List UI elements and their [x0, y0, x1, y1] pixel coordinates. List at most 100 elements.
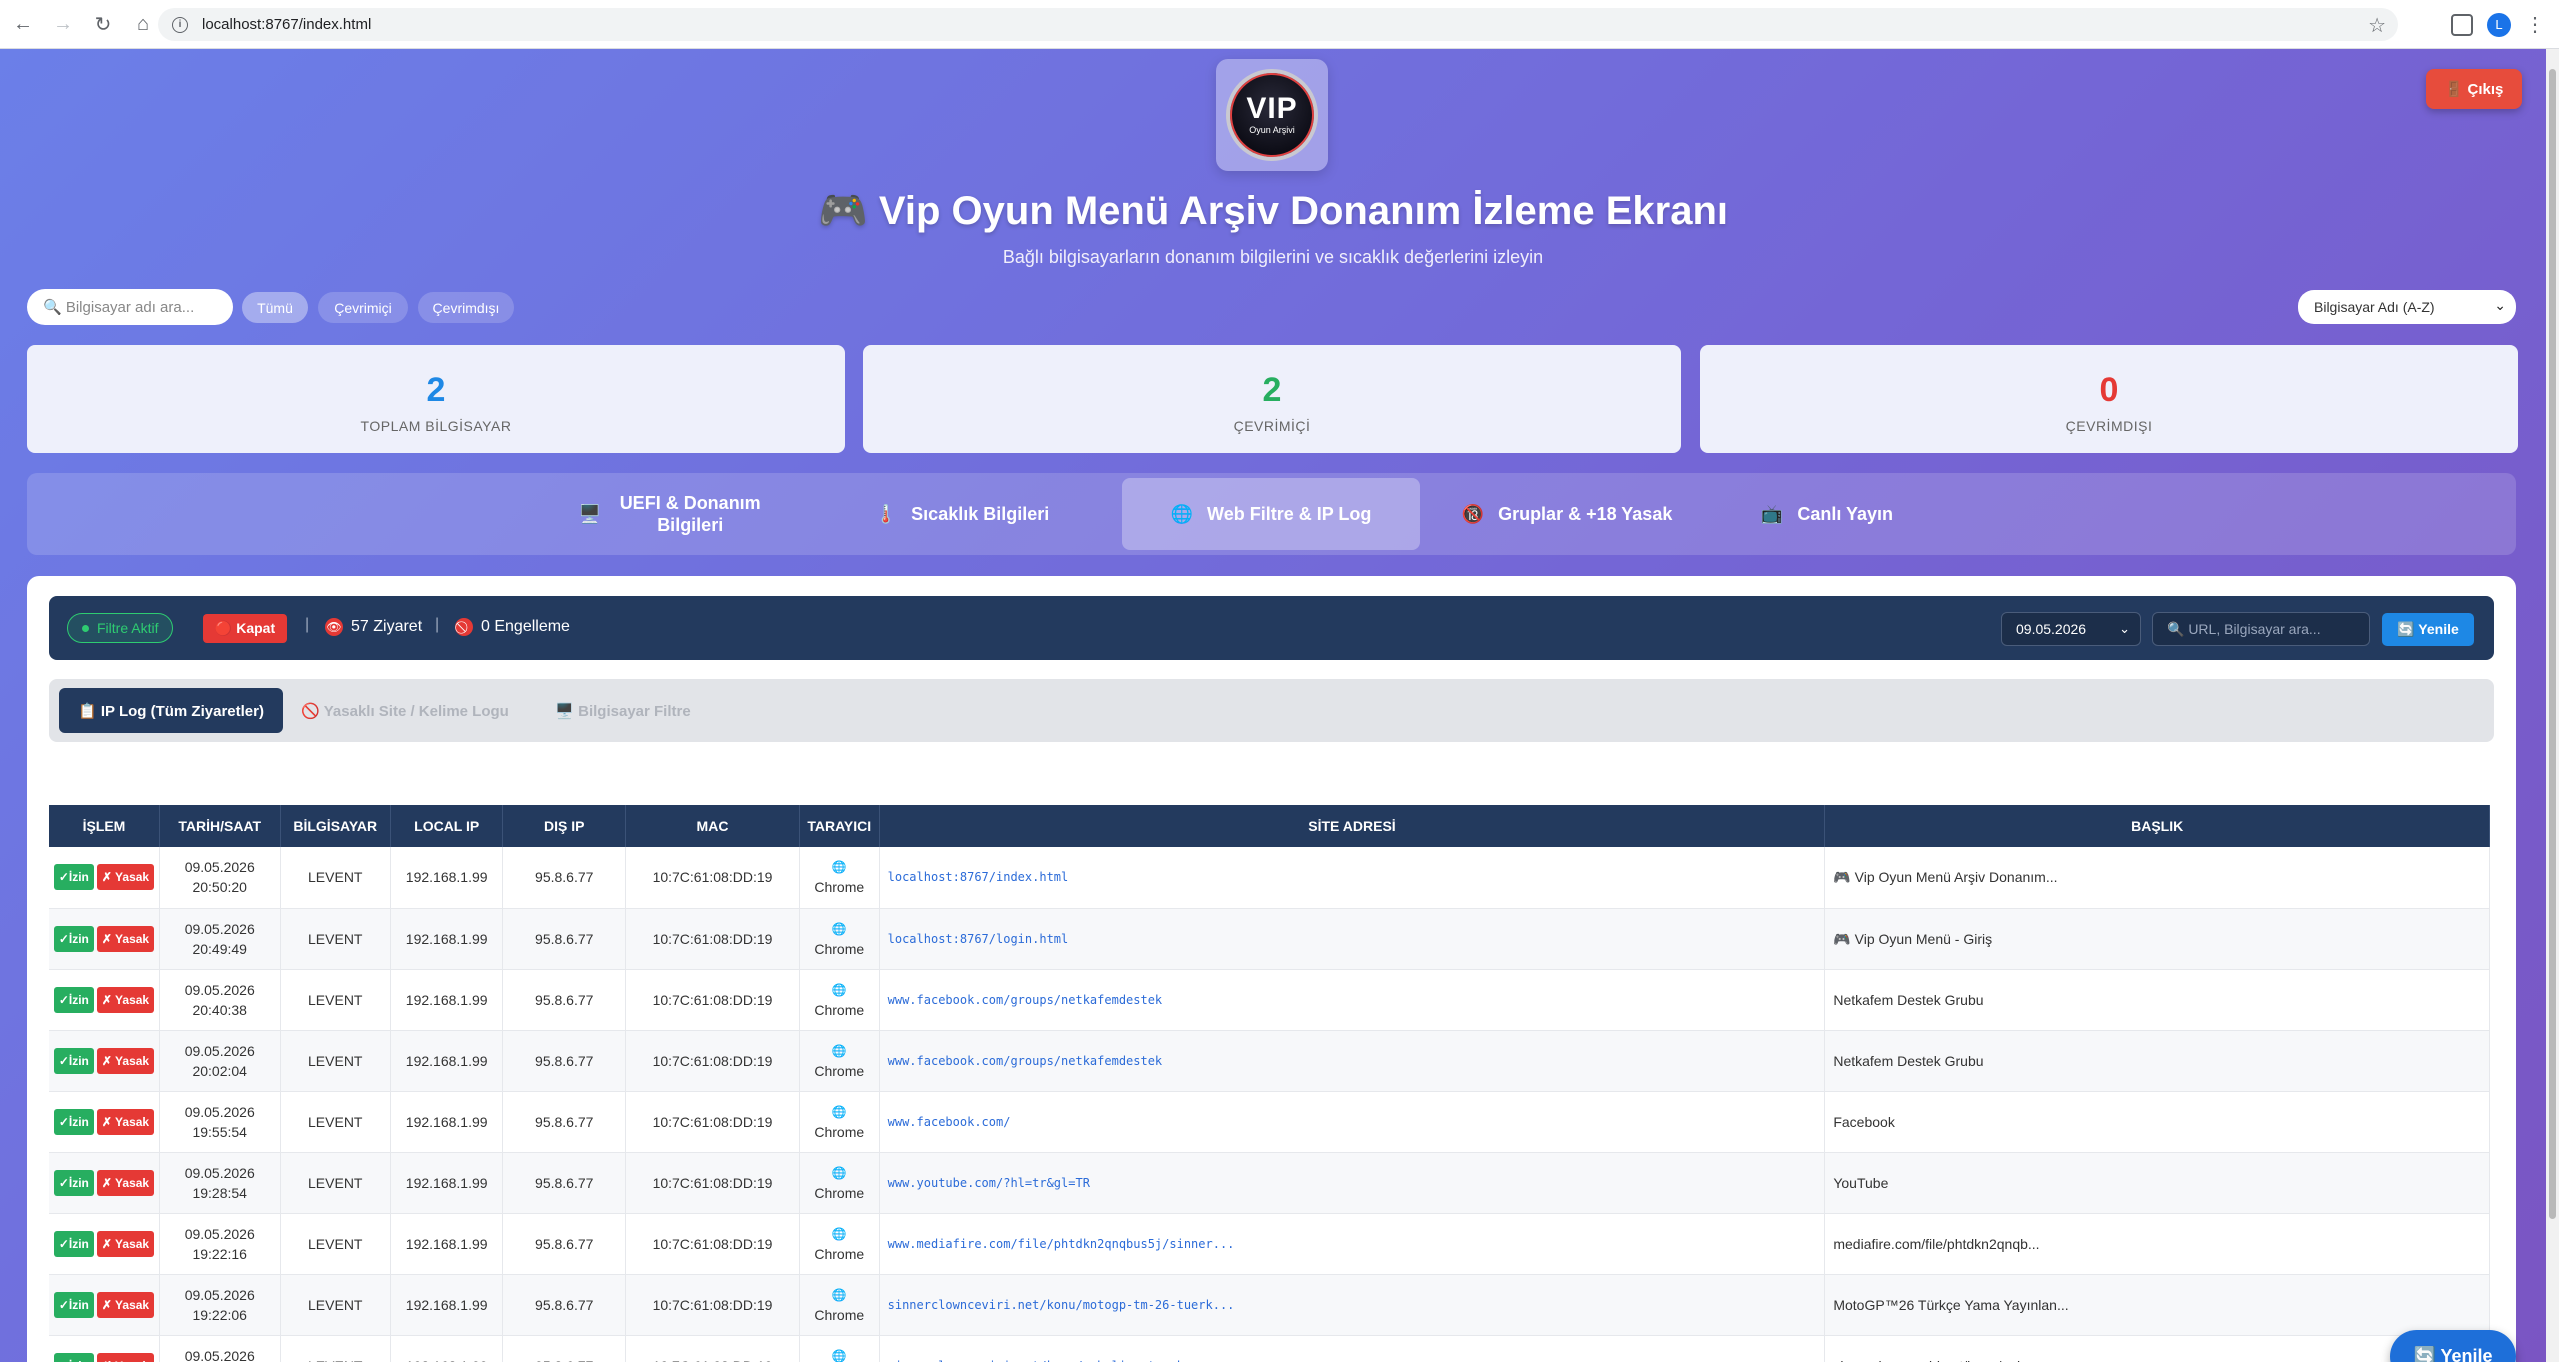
mac-cell: 10:7C:61:08:DD:19: [625, 1091, 800, 1153]
site-url-cell[interactable]: sinnerclownceviri.net/konu/motogp-tm-26-…: [879, 1274, 1826, 1336]
local-ip-cell: 192.168.1.99: [390, 1274, 504, 1336]
date-text: 09.05.2026: [184, 1347, 255, 1362]
scrollbar-thumb[interactable]: [2549, 69, 2556, 1219]
local-ip-cell: 192.168.1.99: [390, 908, 504, 970]
back-icon[interactable]: ←: [6, 7, 40, 41]
external-ip-cell: 95.8.6.77: [502, 969, 627, 1031]
monitor-icon: 🖥️: [578, 503, 602, 524]
eye-icon: 👁: [325, 618, 343, 636]
sort-select[interactable]: Bilgisayar Adı (A-Z) ⌄: [2298, 290, 2516, 324]
col-action: İŞLEM: [49, 805, 160, 847]
date-text: 09.05.2026: [184, 1164, 255, 1181]
deny-button[interactable]: ✗ Yasak: [96, 986, 155, 1013]
site-url-cell[interactable]: www.youtube.com/?hl=tr&gl=TR: [879, 1152, 1826, 1214]
datetime-cell: 09.05.2026 19:22:16: [159, 1213, 281, 1275]
time-text: 19:55:54: [192, 1123, 247, 1140]
subtab-ip-log[interactable]: 📋 IP Log (Tüm Ziyaretler): [59, 688, 283, 733]
subtab-computer-filter[interactable]: 🖥️ Bilgisayar Filtre: [535, 688, 711, 733]
url-search-input[interactable]: 🔍 URL, Bilgisayar ara...: [2152, 612, 2370, 646]
divider: |: [305, 616, 310, 633]
table-row: ✓İzin ✗ Yasak 09.05.2026 20:02:04 LEVENT 192.…: [49, 1030, 2490, 1092]
tab-live-stream[interactable]: 📺 Canlı Yayın: [1727, 478, 1927, 550]
deny-button[interactable]: ✗ Yasak: [96, 864, 155, 891]
allow-button[interactable]: ✓İzin: [53, 986, 94, 1013]
action-cell: ✓İzin✗ Yasak: [49, 1335, 160, 1362]
site-url-cell[interactable]: sinnerclownceviri.net/konu/aphelion-tuer…: [879, 1335, 1826, 1362]
deny-button[interactable]: ✗ Yasak: [96, 1352, 155, 1362]
filter-online[interactable]: Çevrimiçi: [318, 292, 408, 323]
block-count-text: 0 Engelleme: [481, 618, 570, 635]
deny-button[interactable]: ✗ Yasak: [96, 1291, 155, 1318]
allow-button[interactable]: ✓İzin: [53, 1047, 94, 1074]
menu-kebab-icon[interactable]: ⋮: [2525, 12, 2545, 37]
table-header-row: İŞLEM TARİH/SAAT BİLGİSAYAR LOCAL IP DIŞ…: [49, 805, 2490, 847]
page-scrollbar[interactable]: [2546, 49, 2559, 1362]
table-row: ✓İzin ✗ Yasak 09.05.2026 19:22:06 LEVENT 192.…: [49, 1274, 2490, 1336]
address-bar[interactable]: i localhost:8767/index.html ☆: [158, 8, 2398, 41]
allow-button[interactable]: ✓İzin: [53, 925, 94, 952]
chevron-down-icon: ⌄: [2119, 621, 2130, 636]
tab-uefi-hardware[interactable]: 🖥️ UEFI & Donanım Bilgileri: [547, 478, 797, 550]
floating-refresh-button[interactable]: 🔄 Yenile: [2390, 1330, 2516, 1362]
tab-label: Sıcaklık Bilgileri: [911, 503, 1050, 524]
table-row: ✓İzin ✗ Yasak 09.05.2026 20:40:38 LEVENT 192.…: [49, 969, 2490, 1031]
mac-cell: 10:7C:61:08:DD:19: [625, 1030, 800, 1092]
allow-button[interactable]: ✓İzin: [53, 1230, 94, 1257]
filter-offline[interactable]: Çevrimdışı: [418, 292, 514, 323]
site-url-cell[interactable]: localhost:8767/login.html: [879, 908, 1826, 970]
block-count: ⃠ 0 Engelleme: [455, 618, 570, 636]
browser-cell: 🌐 Chrome: [799, 969, 880, 1031]
logout-button[interactable]: 🚪 Çıkış: [2426, 69, 2522, 109]
tab-groups-18[interactable]: 🔞 Gruplar & +18 Yasak: [1437, 478, 1697, 550]
date-select[interactable]: 09.05.2026 ⌄: [2001, 612, 2141, 646]
site-info-icon[interactable]: i: [172, 16, 188, 33]
mac-cell: 10:7C:61:08:DD:19: [625, 1152, 800, 1214]
computer-search-input[interactable]: 🔍 Bilgisayar adı ara...: [27, 289, 233, 325]
computer-cell: LEVENT: [280, 908, 391, 970]
tab-temperature[interactable]: 🌡️ Sıcaklık Bilgileri: [847, 478, 1077, 550]
subtab-banned-log[interactable]: 🚫 Yasaklı Site / Kelime Logu: [295, 688, 515, 733]
site-url-cell[interactable]: www.facebook.com/groups/netkafemdestek: [879, 969, 1826, 1031]
site-url-cell[interactable]: www.facebook.com/: [879, 1091, 1826, 1153]
deny-button[interactable]: ✗ Yasak: [96, 1169, 155, 1196]
stat-online-label: ÇEVRİMİÇİ: [1233, 418, 1311, 434]
table-row: ✓İzin ✗ Yasak 09.05.2026 20:49:49 LEVENT 192.…: [49, 908, 2490, 970]
browser-cell: 🌐 Chrome: [799, 908, 880, 970]
allow-button[interactable]: ✓İzin: [53, 1108, 94, 1135]
site-url-cell[interactable]: www.mediafire.com/file/phtdkn2qnqbus5j/s…: [879, 1213, 1826, 1275]
page-title: 🎮 Vip Oyun Menü Arşiv Donanım İzleme Ekr…: [817, 189, 1729, 233]
globe-icon: 🌐: [831, 1287, 847, 1302]
reload-icon[interactable]: ↻: [86, 7, 120, 41]
globe-icon: 🌐: [831, 1043, 847, 1058]
action-cell: ✓İzin✗ Yasak: [49, 1091, 160, 1153]
action-cell: ✓İzin✗ Yasak: [49, 969, 160, 1031]
allow-button[interactable]: ✓İzin: [53, 1352, 94, 1362]
extensions-icon[interactable]: [2451, 13, 2473, 36]
local-ip-cell: 192.168.1.99: [390, 969, 504, 1031]
page-title-cell: 🎮 Vip Oyun Menü - Giriş: [1824, 908, 2490, 970]
col-title: BAŞLIK: [1824, 805, 2490, 847]
stat-online: 2 ÇEVRİMİÇİ: [863, 345, 1681, 453]
deny-button[interactable]: ✗ Yasak: [96, 1108, 155, 1135]
forward-icon[interactable]: →: [46, 7, 80, 41]
deny-button[interactable]: ✗ Yasak: [96, 925, 155, 952]
external-ip-cell: 95.8.6.77: [502, 1152, 627, 1214]
filter-bar: Filtre Aktif 🔴 Kapat | 👁 57 Ziyaret | ⃠ 0 …: [49, 596, 2494, 660]
allow-button[interactable]: ✓İzin: [53, 1291, 94, 1318]
site-url-cell[interactable]: www.facebook.com/groups/netkafemdestek: [879, 1030, 1826, 1092]
allow-button[interactable]: ✓İzin: [53, 864, 94, 891]
refresh-button[interactable]: 🔄 Yenile: [2382, 613, 2474, 646]
home-icon[interactable]: ⌂: [126, 7, 160, 41]
allow-button[interactable]: ✓İzin: [53, 1169, 94, 1196]
time-text: 19:22:06: [192, 1306, 247, 1323]
globe-icon: 🌐: [831, 860, 847, 875]
bookmark-star-icon[interactable]: ☆: [2368, 13, 2386, 38]
deny-button[interactable]: ✗ Yasak: [96, 1047, 155, 1074]
tab-web-filter[interactable]: 🌐 Web Filtre & IP Log: [1122, 478, 1420, 550]
profile-avatar[interactable]: L: [2487, 12, 2511, 37]
filter-all[interactable]: Tümü: [242, 292, 308, 323]
site-url-cell[interactable]: localhost:8767/index.html: [879, 847, 1826, 909]
filter-close-button[interactable]: 🔴 Kapat: [203, 614, 287, 643]
date-text: 09.05.2026: [184, 859, 255, 876]
deny-button[interactable]: ✗ Yasak: [96, 1230, 155, 1257]
